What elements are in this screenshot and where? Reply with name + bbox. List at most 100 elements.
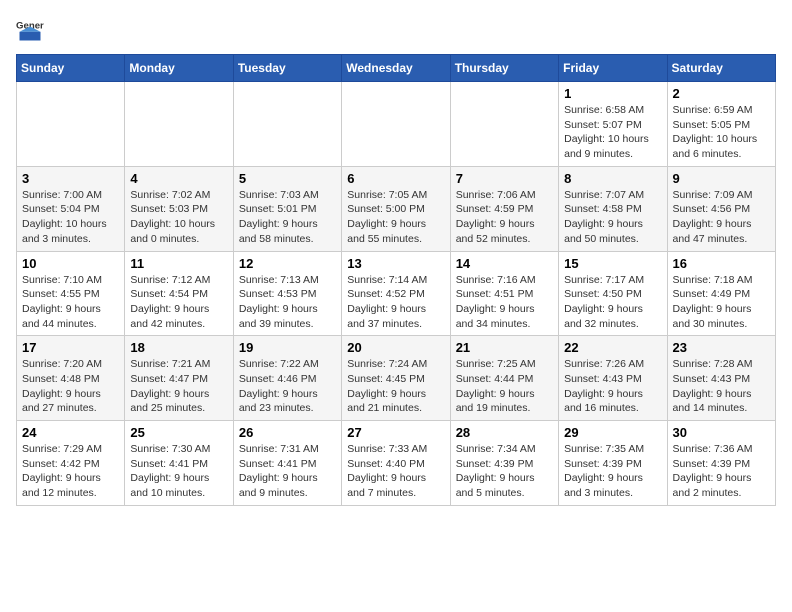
day-number: 14: [456, 256, 553, 271]
calendar-table: SundayMondayTuesdayWednesdayThursdayFrid…: [16, 54, 776, 506]
calendar-week-row: 17 Sunrise: 7:20 AMSunset: 4:48 PMDayligh…: [17, 336, 776, 421]
day-info: Sunrise: 7:26 AMSunset: 4:43 PMDaylight:…: [564, 357, 661, 416]
calendar-cell: 20Sunrise: 7:24 AMSunset: 4:45 PMDayligh…: [342, 336, 450, 421]
logo: General: [16, 16, 48, 44]
day-info: Sunrise: 7:00 AMSunset: 5:04 PMDaylight:…: [22, 188, 119, 247]
calendar-cell: 15 Sunrise: 7:17 AMSunset: 4:50 PMDayligh…: [559, 251, 667, 336]
calendar-cell: [17, 82, 125, 167]
calendar-cell: 27 Sunrise: 7:33 AMSunset: 4:40 PMDayligh…: [342, 421, 450, 506]
day-number: 23: [673, 340, 770, 355]
calendar-week-row: 1 Sunrise: 6:58 AMSunset: 5:07 PMDaylight…: [17, 82, 776, 167]
day-info: Sunrise: 7:20 AMSunset: 4:48 PMDaylight:…: [22, 357, 119, 416]
day-info: Sunrise: 7:07 AMSunset: 4:58 PMDaylight:…: [564, 188, 661, 247]
calendar-cell: 25 Sunrise: 7:30 AMSunset: 4:41 PMDayligh…: [125, 421, 233, 506]
calendar-cell: 24 Sunrise: 7:29 AMSunset: 4:42 PMDayligh…: [17, 421, 125, 506]
day-number: 25: [130, 425, 227, 440]
day-info: Sunrise: 7:16 AMSunset: 4:51 PMDaylight:…: [456, 273, 553, 332]
day-number: 29: [564, 425, 661, 440]
day-info: Sunrise: 7:12 AMSunset: 4:54 PMDaylight:…: [130, 273, 227, 332]
calendar-cell: 7 Sunrise: 7:06 AMSunset: 4:59 PMDaylight…: [450, 166, 558, 251]
calendar-cell: 29 Sunrise: 7:35 AMSunset: 4:39 PMDayligh…: [559, 421, 667, 506]
calendar-cell: [342, 82, 450, 167]
day-number: 3: [22, 171, 119, 186]
calendar-week-row: 24 Sunrise: 7:29 AMSunset: 4:42 PMDayligh…: [17, 421, 776, 506]
day-number: 10: [22, 256, 119, 271]
day-info: Sunrise: 7:18 AMSunset: 4:49 PMDaylight:…: [673, 273, 770, 332]
calendar-cell: 9 Sunrise: 7:09 AMSunset: 4:56 PMDaylight…: [667, 166, 775, 251]
calendar-cell: 2 Sunrise: 6:59 AMSunset: 5:05 PMDaylight…: [667, 82, 775, 167]
page-header: General: [16, 16, 776, 44]
weekday-header-saturday: Saturday: [667, 55, 775, 82]
day-info: Sunrise: 7:03 AMSunset: 5:01 PMDaylight:…: [239, 188, 336, 247]
day-number: 21: [456, 340, 553, 355]
day-info: Sunrise: 7:05 AMSunset: 5:00 PMDaylight:…: [347, 188, 444, 247]
weekday-header-row: SundayMondayTuesdayWednesdayThursdayFrid…: [17, 55, 776, 82]
weekday-header-thursday: Thursday: [450, 55, 558, 82]
day-number: 2: [673, 86, 770, 101]
day-number: 15: [564, 256, 661, 271]
day-info: Sunrise: 7:33 AMSunset: 4:40 PMDaylight:…: [347, 442, 444, 501]
day-number: 7: [456, 171, 553, 186]
day-info: Sunrise: 7:35 AMSunset: 4:39 PMDaylight:…: [564, 442, 661, 501]
calendar-cell: 17 Sunrise: 7:20 AMSunset: 4:48 PMDayligh…: [17, 336, 125, 421]
calendar-cell: 3 Sunrise: 7:00 AMSunset: 5:04 PMDaylight…: [17, 166, 125, 251]
day-number: 18: [130, 340, 227, 355]
day-info: Sunrise: 7:22 AMSunset: 4:46 PMDaylight:…: [239, 357, 336, 416]
day-number: 30: [673, 425, 770, 440]
calendar-cell: 1 Sunrise: 6:58 AMSunset: 5:07 PMDaylight…: [559, 82, 667, 167]
day-info: Sunrise: 7:29 AMSunset: 4:42 PMDaylight:…: [22, 442, 119, 501]
weekday-header-friday: Friday: [559, 55, 667, 82]
day-number: 20: [347, 340, 444, 355]
calendar-cell: 13 Sunrise: 7:14 AMSunset: 4:52 PMDayligh…: [342, 251, 450, 336]
calendar-cell: 18 Sunrise: 7:21 AMSunset: 4:47 PMDayligh…: [125, 336, 233, 421]
day-number: 5: [239, 171, 336, 186]
day-info: Sunrise: 6:59 AMSunset: 5:05 PMDaylight:…: [673, 103, 770, 162]
day-info: Sunrise: 7:17 AMSunset: 4:50 PMDaylight:…: [564, 273, 661, 332]
calendar-cell: 21 Sunrise: 7:25 AMSunset: 4:44 PMDayligh…: [450, 336, 558, 421]
day-info: Sunrise: 7:06 AMSunset: 4:59 PMDaylight:…: [456, 188, 553, 247]
day-number: 12: [239, 256, 336, 271]
day-info: Sunrise: 7:14 AMSunset: 4:52 PMDaylight:…: [347, 273, 444, 332]
day-number: 26: [239, 425, 336, 440]
calendar-cell: 5 Sunrise: 7:03 AMSunset: 5:01 PMDaylight…: [233, 166, 341, 251]
day-number: 22: [564, 340, 661, 355]
calendar-week-row: 10Sunrise: 7:10 AMSunset: 4:55 PMDayligh…: [17, 251, 776, 336]
calendar-cell: 14 Sunrise: 7:16 AMSunset: 4:51 PMDayligh…: [450, 251, 558, 336]
calendar-cell: 6Sunrise: 7:05 AMSunset: 5:00 PMDaylight…: [342, 166, 450, 251]
calendar-cell: 16 Sunrise: 7:18 AMSunset: 4:49 PMDayligh…: [667, 251, 775, 336]
day-info: Sunrise: 7:02 AMSunset: 5:03 PMDaylight:…: [130, 188, 227, 247]
day-number: 9: [673, 171, 770, 186]
day-number: 1: [564, 86, 661, 101]
calendar-week-row: 3 Sunrise: 7:00 AMSunset: 5:04 PMDaylight…: [17, 166, 776, 251]
day-info: Sunrise: 7:13 AMSunset: 4:53 PMDaylight:…: [239, 273, 336, 332]
calendar-cell: 30Sunrise: 7:36 AMSunset: 4:39 PMDayligh…: [667, 421, 775, 506]
day-number: 27: [347, 425, 444, 440]
day-number: 24: [22, 425, 119, 440]
calendar-cell: 19 Sunrise: 7:22 AMSunset: 4:46 PMDayligh…: [233, 336, 341, 421]
day-number: 17: [22, 340, 119, 355]
day-number: 16: [673, 256, 770, 271]
day-info: Sunrise: 7:09 AMSunset: 4:56 PMDaylight:…: [673, 188, 770, 247]
day-info: Sunrise: 7:30 AMSunset: 4:41 PMDaylight:…: [130, 442, 227, 501]
calendar-cell: [450, 82, 558, 167]
day-number: 19: [239, 340, 336, 355]
day-info: Sunrise: 7:34 AMSunset: 4:39 PMDaylight:…: [456, 442, 553, 501]
calendar-cell: 26 Sunrise: 7:31 AMSunset: 4:41 PMDayligh…: [233, 421, 341, 506]
day-number: 13: [347, 256, 444, 271]
day-info: Sunrise: 7:31 AMSunset: 4:41 PMDaylight:…: [239, 442, 336, 501]
day-info: Sunrise: 7:21 AMSunset: 4:47 PMDaylight:…: [130, 357, 227, 416]
calendar-cell: 12 Sunrise: 7:13 AMSunset: 4:53 PMDayligh…: [233, 251, 341, 336]
day-number: 8: [564, 171, 661, 186]
calendar-cell: 28 Sunrise: 7:34 AMSunset: 4:39 PMDayligh…: [450, 421, 558, 506]
calendar-cell: 11 Sunrise: 7:12 AMSunset: 4:54 PMDayligh…: [125, 251, 233, 336]
day-info: Sunrise: 7:25 AMSunset: 4:44 PMDaylight:…: [456, 357, 553, 416]
day-number: 28: [456, 425, 553, 440]
calendar-cell: 23Sunrise: 7:28 AMSunset: 4:43 PMDayligh…: [667, 336, 775, 421]
day-info: Sunrise: 6:58 AMSunset: 5:07 PMDaylight:…: [564, 103, 661, 162]
calendar-body: 1 Sunrise: 6:58 AMSunset: 5:07 PMDaylight…: [17, 82, 776, 506]
day-number: 11: [130, 256, 227, 271]
day-number: 4: [130, 171, 227, 186]
calendar-header: SundayMondayTuesdayWednesdayThursdayFrid…: [17, 55, 776, 82]
calendar-cell: [233, 82, 341, 167]
calendar-cell: 4 Sunrise: 7:02 AMSunset: 5:03 PMDaylight…: [125, 166, 233, 251]
